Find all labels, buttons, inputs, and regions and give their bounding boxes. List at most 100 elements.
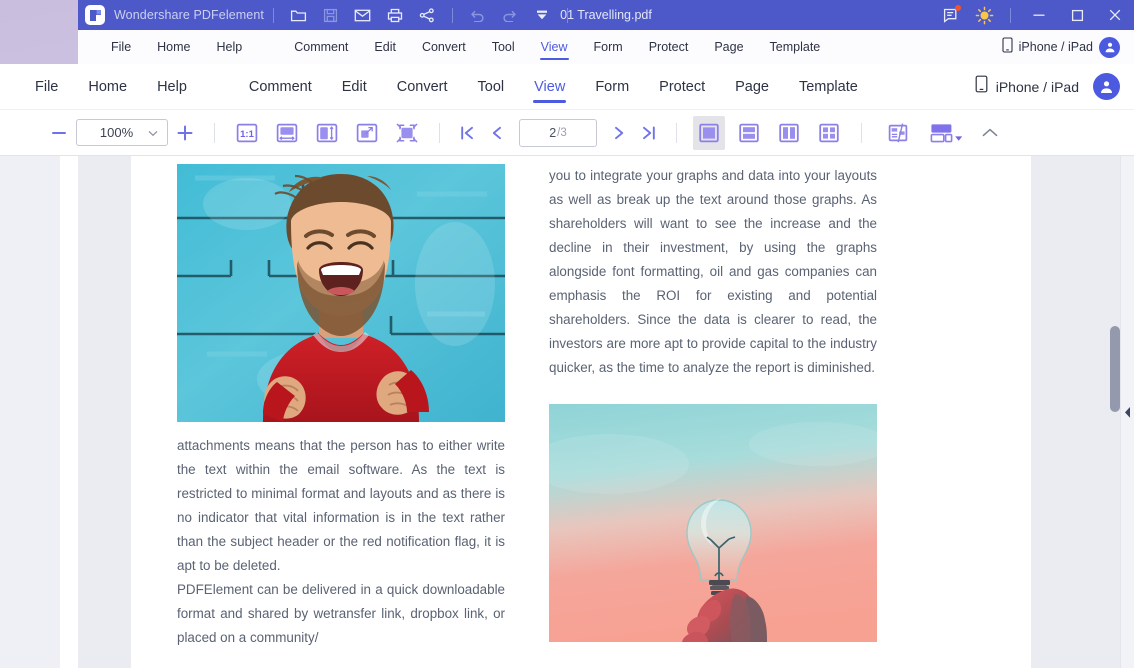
work-area: attachments means that the person has to… [0,156,1134,668]
print-icon[interactable] [383,4,407,26]
title-bar: Wondershare PDFelement 01 Travelling.pdf [78,0,1134,30]
page-column-right: you to integrate your graphs and data in… [549,164,877,650]
actual-size-icon[interactable]: 1:1 [231,116,263,150]
tab-home[interactable]: Home [73,64,142,110]
menu-item-template[interactable]: Template [757,30,834,64]
notification-icon[interactable] [935,0,967,30]
tab-file[interactable]: File [20,64,73,110]
zoom-level-value: 100% [99,125,134,140]
zoom-out-button[interactable] [42,116,76,150]
pdfelement-window: File Home Help Comment Edit Convert Tool… [0,64,1134,668]
page-number-input[interactable]: 2 /3 [519,118,597,147]
menu-item-tool[interactable]: Tool [479,30,528,64]
device-connect-button[interactable]: iPhone / iPad [1002,36,1093,58]
email-icon[interactable] [351,4,375,26]
menu-item-comment[interactable]: Comment [281,30,361,64]
zoom-level-select[interactable]: 100% [76,119,168,146]
theme-sun-icon[interactable] [967,0,1001,30]
menu-item-protect[interactable]: Protect [636,30,702,64]
app-title: Wondershare PDFelement [114,8,264,22]
right-spacer [549,380,877,404]
last-page-icon[interactable] [634,116,664,150]
collapse-ribbon-chevron-icon[interactable] [976,116,1004,150]
app-logo-icon [85,5,105,25]
device-label-front: iPhone / iPad [995,78,1079,95]
single-page-layout-icon[interactable] [693,115,725,150]
tab-help[interactable]: Help [142,64,202,110]
first-page-icon[interactable] [452,116,482,150]
zoom-in-button[interactable] [168,116,202,150]
menu-item-home[interactable]: Home [144,30,203,64]
toolbar-sep-3 [676,122,677,143]
redo-icon[interactable] [498,4,522,26]
document-viewport[interactable]: attachments means that the person has to… [78,156,1134,668]
tab-tool[interactable]: Tool [463,64,520,110]
fit-width-icon[interactable] [271,116,303,150]
vertical-scrollbar-thumb[interactable] [1110,326,1120,412]
text-reflow-icon[interactable] [882,116,914,150]
tab-comment[interactable]: Comment [234,64,327,110]
menu-item-help[interactable]: Help [204,30,256,64]
photo-man-cheering [177,164,505,422]
left-paragraph-1: attachments means that the person has to… [177,438,505,573]
left-paragraph-2: PDFElement can be delivered in a quick d… [177,582,505,645]
right-paragraph-1: you to integrate your graphs and data in… [549,168,877,375]
split-view-icon[interactable] [926,116,972,150]
customize-toolbar-icon[interactable] [530,4,554,26]
save-icon[interactable] [319,4,343,26]
toolbar-divider-2 [451,7,453,23]
menu-item-convert[interactable]: Convert [409,30,479,64]
tab-view[interactable]: View [519,64,580,110]
view-toolbar: 100% 1:1 2 /3 [0,110,1134,156]
menu-bar-background: File Home Help Comment Edit Convert Tool… [78,30,1134,64]
previous-page-icon[interactable] [482,116,512,150]
open-folder-icon[interactable] [287,4,311,26]
tab-edit[interactable]: Edit [327,64,382,110]
tab-protect[interactable]: Protect [644,64,720,110]
menu-item-file[interactable]: File [98,30,144,64]
toolbar-sep-2 [439,122,440,143]
maximize-button[interactable] [1058,0,1096,30]
share-icon[interactable] [415,4,439,26]
menu-item-edit[interactable]: Edit [361,30,409,64]
tab-template[interactable]: Template [784,64,873,110]
image-text-spacer [177,422,505,434]
toolbar-sep-4 [861,122,862,143]
tab-convert[interactable]: Convert [382,64,463,110]
full-screen-icon[interactable] [391,116,423,150]
grid-layout-icon[interactable] [813,116,845,150]
sidebar-rail-wrap [0,156,130,668]
user-avatar-icon-front[interactable] [1093,73,1120,100]
collapse-panel-arrow-left-icon[interactable] [1120,156,1134,668]
minimize-button[interactable] [1020,0,1058,30]
device-connect-button-front[interactable]: iPhone / iPad [975,73,1134,100]
background-window: Wondershare PDFelement 01 Travelling.pdf… [78,0,1134,64]
notification-badge [955,5,961,11]
two-rows-layout-icon[interactable] [733,116,765,150]
svg-text:1:1: 1:1 [240,129,254,140]
menu-item-page[interactable]: Page [701,30,756,64]
vertical-scrollbar[interactable] [1110,156,1120,668]
chevron-down-icon [148,124,158,142]
menu-item-form[interactable]: Form [581,30,636,64]
mobile-device-icon [1002,36,1013,58]
close-button[interactable] [1096,0,1134,30]
undo-icon[interactable] [466,4,490,26]
menu-item-view[interactable]: View [528,30,581,64]
photo-hand-lightbulb [549,404,877,642]
fit-page-icon[interactable] [351,116,383,150]
user-avatar-icon[interactable] [1099,36,1120,58]
total-pages-value: /3 [557,126,567,139]
toolbar-divider-3 [566,7,568,23]
two-columns-layout-icon[interactable] [773,116,805,150]
current-page-value: 2 [549,125,557,140]
page-column-left: attachments means that the person has to… [177,164,505,650]
fit-height-icon[interactable] [311,116,343,150]
toolbar-divider [272,7,274,23]
mobile-device-icon-front [975,75,988,98]
next-page-icon[interactable] [604,116,634,150]
menu-bar: File Home Help Comment Edit Convert Tool… [0,64,1134,110]
tab-page[interactable]: Page [720,64,784,110]
tab-form[interactable]: Form [580,64,644,110]
device-label: iPhone / iPad [1018,40,1093,54]
